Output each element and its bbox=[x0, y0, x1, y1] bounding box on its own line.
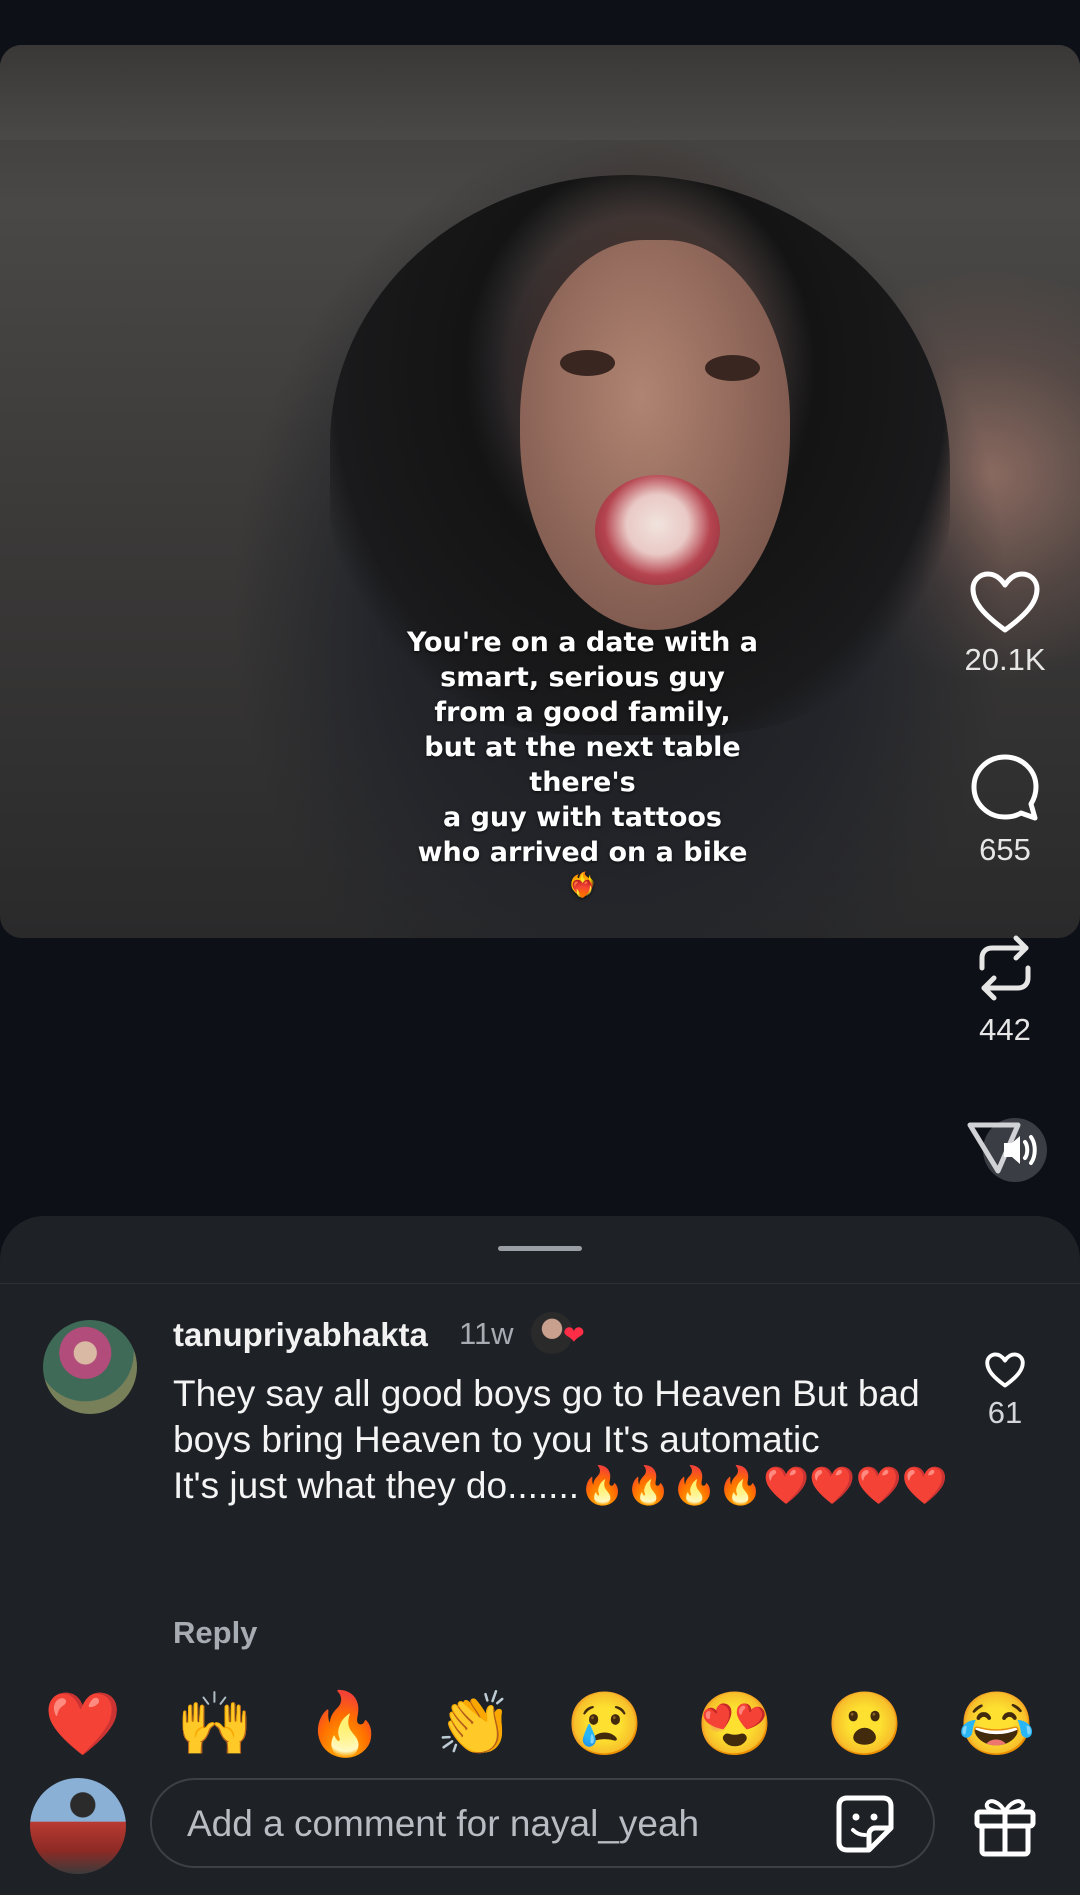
reaction-heart-eyes[interactable]: 😍 bbox=[690, 1680, 780, 1770]
like-button[interactable]: 20.1K bbox=[930, 570, 1080, 678]
volume-icon bbox=[967, 1118, 1047, 1182]
quick-reactions-bar: ❤️ 🙌 🔥 👏 😢 😍 😮 😂 bbox=[0, 1680, 1080, 1770]
divider bbox=[0, 1283, 1080, 1284]
commenter-avatar[interactable] bbox=[43, 1320, 137, 1414]
comment-text: They say all good boys go to Heaven But … bbox=[173, 1373, 948, 1506]
reply-button[interactable]: Reply bbox=[173, 1615, 257, 1651]
mute-button[interactable] bbox=[930, 1115, 1080, 1185]
reaction-raised-hands[interactable]: 🙌 bbox=[170, 1680, 260, 1770]
video-caption: You're on a date with a smart, serious g… bbox=[400, 590, 765, 935]
comment-count: 655 bbox=[979, 832, 1031, 867]
repost-count: 442 bbox=[979, 1012, 1031, 1047]
comment-button[interactable]: 655 bbox=[930, 752, 1080, 868]
current-user-avatar bbox=[30, 1778, 126, 1874]
commenter-username[interactable]: tanupriyabhakta bbox=[173, 1316, 428, 1354]
comment-like-count: 61 bbox=[987, 1395, 1023, 1430]
reaction-surprised[interactable]: 😮 bbox=[820, 1680, 910, 1770]
comment-input[interactable]: Add a comment for nayal_yeah bbox=[150, 1778, 935, 1868]
reel-video[interactable]: You're on a date with a smart, serious g… bbox=[0, 45, 1080, 938]
comment-like-button[interactable]: 61 bbox=[970, 1352, 1040, 1431]
video-caption-emoji: ❤️‍🔥 bbox=[567, 871, 598, 899]
like-count: 20.1K bbox=[964, 642, 1046, 677]
repost-button[interactable]: 442 bbox=[930, 932, 1080, 1048]
video-background bbox=[0, 45, 1080, 140]
reaction-clap[interactable]: 👏 bbox=[430, 1680, 520, 1770]
sticker-icon[interactable] bbox=[835, 1794, 895, 1854]
video-subject-mouth bbox=[595, 475, 720, 585]
comment-input-placeholder: Add a comment for nayal_yeah bbox=[187, 1803, 700, 1844]
video-subject-eye bbox=[705, 355, 760, 381]
reaction-fire[interactable]: 🔥 bbox=[300, 1680, 390, 1770]
creator-heart-icon: ❤ bbox=[563, 1320, 585, 1350]
video-caption-text: You're on a date with a smart, serious g… bbox=[406, 627, 759, 868]
reaction-laughing[interactable]: 😂 bbox=[952, 1680, 1042, 1770]
heart-outline-icon bbox=[985, 1352, 1025, 1388]
heart-icon bbox=[970, 571, 1040, 633]
video-subject-eye bbox=[560, 350, 615, 376]
comment-composer: Add a comment for nayal_yeah bbox=[0, 1770, 1080, 1895]
gift-icon[interactable] bbox=[972, 1792, 1038, 1858]
repost-icon bbox=[979, 935, 1031, 1001]
reaction-crying[interactable]: 😢 bbox=[560, 1680, 650, 1770]
comment-timestamp: 11w bbox=[459, 1316, 514, 1351]
comment-bubble-icon bbox=[971, 754, 1039, 821]
reaction-heart[interactable]: ❤️ bbox=[38, 1680, 128, 1770]
sheet-drag-handle[interactable] bbox=[498, 1246, 582, 1251]
